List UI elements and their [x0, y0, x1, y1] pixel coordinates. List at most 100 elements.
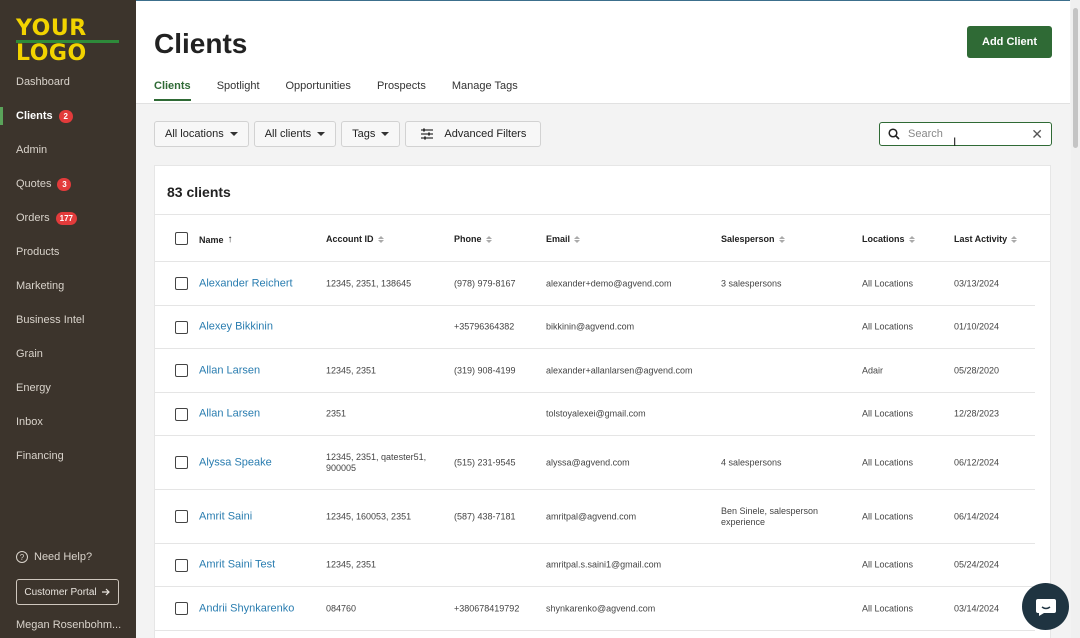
row-checkbox[interactable]	[175, 510, 188, 523]
table-row[interactable]: Alexey Bikkinin +35796364382 bikkinin@agve…	[155, 306, 1035, 349]
column-header-label: Last Activity	[954, 234, 1008, 244]
client-name-link[interactable]: Alexey Bikkinin	[199, 321, 318, 333]
cell-locations: All Locations	[862, 408, 914, 419]
search-icon	[888, 128, 900, 140]
cell-locations: All Locations	[862, 603, 914, 613]
table-row[interactable]: Alexander Reichert 12345, 2351, 138645 (97…	[155, 262, 1035, 306]
cell-account: 2351	[326, 408, 347, 419]
need-help-link[interactable]: ? Need Help?	[16, 551, 92, 563]
client-name-link[interactable]: Andrii Shynkarenko	[199, 603, 318, 614]
clients-filter-label: All clients	[264, 128, 312, 140]
row-checkbox[interactable]	[175, 320, 188, 334]
tags-filter[interactable]: Tags	[341, 121, 401, 147]
chevron-down-icon	[317, 132, 326, 136]
row-checkbox[interactable]	[175, 558, 188, 572]
tab-spotlight[interactable]: Spotlight	[217, 80, 260, 100]
cell-account: 12345, 2351	[326, 559, 377, 570]
tab-opportunities[interactable]: Opportunities	[286, 80, 351, 100]
sidebar-item-inbox[interactable]: Inbox	[0, 405, 136, 439]
cell-activity: 12/28/2023	[954, 408, 1000, 419]
scrollbar[interactable]	[1071, 0, 1080, 638]
sidebar-item-grain[interactable]: Grain	[0, 337, 136, 371]
tab-clients[interactable]: Clients	[154, 80, 191, 101]
sidebar-item-business-intel[interactable]: Business Intel	[0, 303, 136, 337]
locations-filter-label: All locations	[165, 128, 224, 140]
filter-bar: All locations All clients Tags Advanced …	[154, 121, 542, 147]
client-name-link[interactable]: Alyssa Speake	[199, 457, 318, 468]
table-row[interactable]: Andrii Shynkarenko 084760 +380678419792 shy…	[155, 587, 1035, 631]
chat-button[interactable]	[1022, 583, 1069, 630]
sidebar-item-products[interactable]: Products	[0, 235, 136, 269]
row-checkbox[interactable]	[175, 277, 188, 290]
cell-account: 12345, 160053, 2351	[326, 511, 412, 521]
advanced-filters-button[interactable]: Advanced Filters	[405, 121, 542, 147]
column-header-phone[interactable]: Phone	[454, 234, 492, 244]
column-header-salesperson[interactable]: Salesperson	[721, 234, 785, 244]
column-header-email[interactable]: Email	[546, 234, 581, 244]
cell-email: bikkinin@agvend.com	[546, 321, 635, 332]
sliders-icon	[421, 128, 434, 140]
close-icon[interactable]: ✕	[1031, 127, 1043, 141]
table-row[interactable]: Alyssa Speake 12345, 2351, qatester51, 90…	[155, 436, 1035, 490]
customer-portal-button[interactable]: Customer Portal	[16, 579, 119, 605]
sidebar-item-clients[interactable]: Clients 2	[0, 99, 136, 133]
count-badge: 3	[57, 177, 72, 191]
tab-bar: Clients Spotlight Opportunities Prospects Ma…	[154, 80, 544, 101]
column-header-name[interactable]: Name ↑	[199, 234, 233, 245]
sidebar-item-marketing[interactable]: Marketing	[0, 269, 136, 303]
select-all-checkbox[interactable]	[175, 232, 188, 245]
sidebar-item-dashboard[interactable]: Dashboard	[0, 65, 136, 99]
row-checkbox[interactable]	[175, 407, 188, 421]
page-title: Clients	[154, 28, 248, 59]
cell-activity: 05/24/2024	[954, 559, 1000, 570]
table-row[interactable]: Allan Larsen 12345, 2351 (319) 908-4199 ale…	[155, 349, 1035, 393]
locations-filter[interactable]: All locations	[154, 121, 249, 147]
cell-locations: Adair	[862, 365, 884, 375]
scrollbar-thumb[interactable]	[1073, 8, 1078, 148]
cell-salesperson: 4 salespersons	[721, 457, 782, 467]
row-checkbox[interactable]	[175, 456, 188, 469]
sidebar-item-quotes[interactable]: Quotes 3	[0, 167, 136, 201]
sidebar-item-label: Admin	[16, 144, 48, 156]
add-client-button[interactable]: Add Client	[967, 26, 1052, 58]
cell-account: 12345, 2351	[326, 365, 377, 375]
cell-email: shynkarenko@agvend.com	[546, 603, 656, 613]
logo-underline	[16, 40, 119, 43]
cell-account: 12345, 2351, qatester51, 900005	[326, 451, 427, 473]
search-input[interactable]	[908, 128, 1028, 140]
column-header-label: Email	[546, 234, 571, 244]
clients-filter[interactable]: All clients	[253, 121, 337, 147]
table-row[interactable]: Allan Larsen 2351 tolstoyalexei@gmail.com A…	[155, 393, 1035, 436]
cell-email: alexander+demo@agvend.com	[546, 278, 672, 288]
client-name-link[interactable]: Alexander Reichert	[199, 278, 318, 289]
cell-activity: 03/13/2024	[954, 278, 1000, 288]
client-name-link[interactable]: Allan Larsen	[199, 408, 318, 420]
sidebar-item-energy[interactable]: Energy	[0, 371, 136, 405]
column-header-account-id[interactable]: Account ID	[326, 234, 384, 244]
table-row[interactable]: Amrit Saini 12345, 160053, 2351 (587) 438-…	[155, 490, 1035, 544]
tab-manage-tags[interactable]: Manage Tags	[452, 80, 518, 100]
column-header-last-activity[interactable]: Last Activity	[954, 234, 1018, 244]
sort-icon	[485, 235, 492, 243]
sidebar-item-financing[interactable]: Financing	[0, 439, 136, 473]
customer-portal-label: Customer Portal	[24, 586, 97, 598]
row-checkbox[interactable]	[175, 602, 188, 615]
table-row[interactable]: Amrit Saini Test 12345, 2351 amritpal.s.sa…	[155, 544, 1035, 587]
cell-locations: All Locations	[862, 457, 914, 467]
tab-prospects[interactable]: Prospects	[377, 80, 426, 100]
cell-account: 084760	[326, 603, 357, 613]
search-box[interactable]: ✕	[879, 122, 1052, 146]
sidebar-item-orders[interactable]: Orders 177	[0, 201, 136, 235]
client-name-link[interactable]: Amrit Saini	[199, 511, 318, 522]
column-header-locations[interactable]: Locations	[862, 234, 915, 244]
client-name-link[interactable]: Amrit Saini Test	[199, 559, 318, 571]
user-name[interactable]: Megan Rosenbohm...	[16, 619, 131, 631]
help-icon: ?	[16, 551, 28, 563]
sidebar-item-label: Clients	[16, 110, 53, 122]
cell-locations: All Locations	[862, 559, 914, 570]
client-name-link[interactable]: Allan Larsen	[199, 365, 318, 376]
row-checkbox[interactable]	[175, 364, 188, 377]
cell-activity: 06/14/2024	[954, 511, 1000, 521]
cell-phone: (515) 231-9545	[454, 457, 516, 467]
sidebar-item-admin[interactable]: Admin	[0, 133, 136, 167]
